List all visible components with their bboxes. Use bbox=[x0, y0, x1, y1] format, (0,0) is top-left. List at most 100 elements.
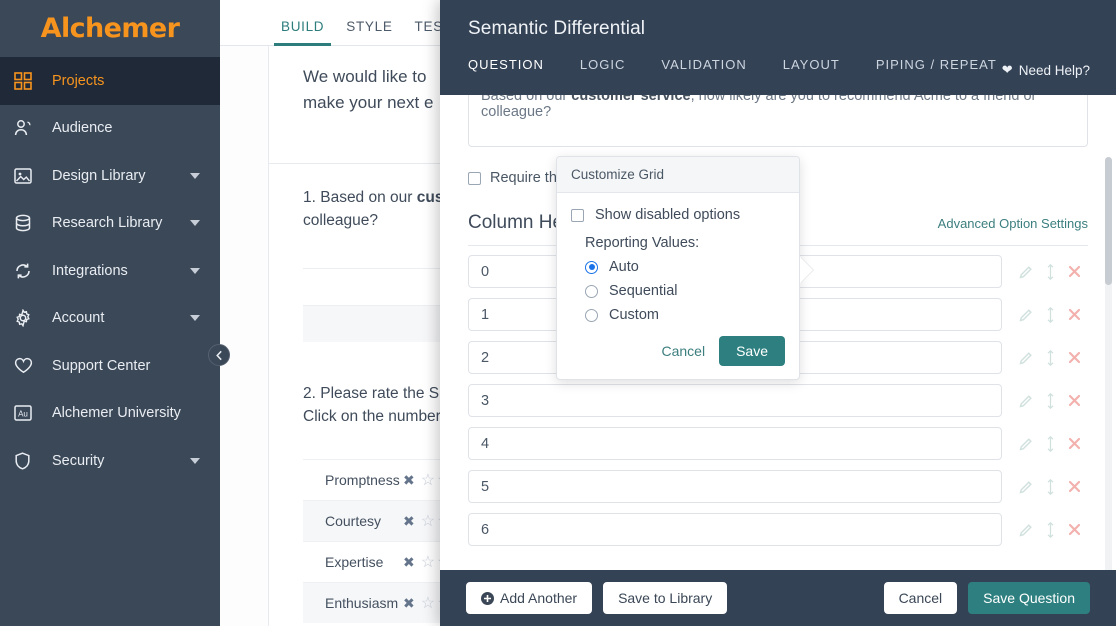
pencil-icon[interactable] bbox=[1019, 480, 1033, 494]
sidebar-item-label: Integrations bbox=[52, 263, 190, 279]
chevron-down-icon[interactable] bbox=[190, 315, 200, 321]
option-input[interactable]: 6 bbox=[468, 513, 1002, 546]
tab-validation[interactable]: VALIDATION bbox=[661, 57, 746, 77]
popup-caret bbox=[800, 257, 813, 283]
drag-vertical-icon[interactable] bbox=[1046, 436, 1055, 452]
reporting-value-option-sequential[interactable]: Sequential bbox=[585, 283, 785, 299]
x-icon[interactable]: ✖ bbox=[403, 472, 415, 489]
popup-title: Customize Grid bbox=[557, 157, 799, 193]
pencil-icon[interactable] bbox=[1019, 394, 1033, 408]
question-text-field[interactable]: Based on our customer service, how likel… bbox=[468, 95, 1088, 147]
pencil-icon[interactable] bbox=[1019, 437, 1033, 451]
radio-auto[interactable] bbox=[585, 261, 598, 274]
radio-auto-label: Auto bbox=[609, 259, 639, 275]
show-disabled-options-label: Show disabled options bbox=[595, 207, 740, 223]
modal-header: Semantic Differential QUESTION LOGIC VAL… bbox=[440, 0, 1116, 95]
drag-vertical-icon[interactable] bbox=[1046, 479, 1055, 495]
tab-question[interactable]: QUESTION bbox=[468, 57, 544, 77]
save-to-library-button[interactable]: Save to Library bbox=[603, 582, 727, 614]
show-disabled-options-checkbox[interactable] bbox=[571, 209, 584, 222]
question-text-bold: customer service bbox=[571, 95, 690, 104]
image-icon bbox=[14, 165, 42, 187]
sidebar-item-label: Projects bbox=[52, 73, 220, 89]
delete-x-icon[interactable] bbox=[1068, 523, 1081, 536]
pencil-icon[interactable] bbox=[1019, 265, 1033, 279]
cancel-button[interactable]: Cancel bbox=[884, 582, 958, 614]
star-icon[interactable]: ☆ bbox=[421, 511, 435, 531]
sidebar-collapse-button[interactable] bbox=[208, 344, 230, 366]
delete-x-icon[interactable] bbox=[1068, 308, 1081, 321]
chevron-down-icon[interactable] bbox=[190, 173, 200, 179]
show-disabled-options-row[interactable]: Show disabled options bbox=[571, 207, 785, 223]
chevron-down-icon[interactable] bbox=[190, 220, 200, 226]
tab-logic[interactable]: LOGIC bbox=[580, 57, 625, 77]
option-actions bbox=[1002, 393, 1088, 409]
need-help-link[interactable]: ❤ Need Help? bbox=[1002, 62, 1090, 78]
sidebar-item-research-library[interactable]: Research Library bbox=[0, 200, 220, 248]
sidebar-item-alchemer-university[interactable]: Au Alchemer University bbox=[0, 390, 220, 438]
gear-icon bbox=[14, 307, 42, 329]
reporting-value-option-custom[interactable]: Custom bbox=[585, 307, 785, 323]
option-row: 4 bbox=[468, 427, 1088, 460]
option-actions bbox=[1002, 307, 1088, 323]
option-input[interactable]: 4 bbox=[468, 427, 1002, 460]
delete-x-icon[interactable] bbox=[1068, 265, 1081, 278]
tab-layout[interactable]: LAYOUT bbox=[783, 57, 840, 77]
app-root: Alchemer Projects Audience Design Librar… bbox=[0, 0, 1116, 626]
popup-cancel-button[interactable]: Cancel bbox=[661, 343, 705, 359]
drag-vertical-icon[interactable] bbox=[1046, 522, 1055, 538]
au-badge-icon: Au bbox=[14, 402, 42, 424]
option-actions bbox=[1002, 522, 1088, 538]
option-actions bbox=[1002, 436, 1088, 452]
x-icon[interactable]: ✖ bbox=[403, 595, 415, 612]
sidebar-item-support-center[interactable]: Support Center bbox=[0, 342, 220, 390]
popup-save-button[interactable]: Save bbox=[719, 336, 785, 366]
option-input[interactable]: 3 bbox=[468, 384, 1002, 417]
sidebar-item-design-library[interactable]: Design Library bbox=[0, 152, 220, 200]
delete-x-icon[interactable] bbox=[1068, 351, 1081, 364]
save-question-button[interactable]: Save Question bbox=[968, 582, 1090, 614]
sidebar-item-integrations[interactable]: Integrations bbox=[0, 247, 220, 295]
sidebar: Alchemer Projects Audience Design Librar… bbox=[0, 0, 220, 626]
x-icon[interactable]: ✖ bbox=[403, 513, 415, 530]
star-icon[interactable]: ☆ bbox=[421, 593, 435, 613]
tab-build[interactable]: BUILD bbox=[270, 19, 335, 45]
require-checkbox[interactable] bbox=[468, 172, 481, 185]
delete-x-icon[interactable] bbox=[1068, 480, 1081, 493]
add-another-button[interactable]: Add Another bbox=[466, 582, 592, 614]
add-another-label: Add Another bbox=[500, 590, 577, 606]
x-icon[interactable]: ✖ bbox=[403, 554, 415, 571]
reporting-value-option-auto[interactable]: Auto bbox=[585, 259, 785, 275]
sidebar-item-account[interactable]: Account bbox=[0, 295, 220, 343]
delete-x-icon[interactable] bbox=[1068, 394, 1081, 407]
pencil-icon[interactable] bbox=[1019, 523, 1033, 537]
heart-icon: ❤ bbox=[1002, 62, 1013, 78]
drag-vertical-icon[interactable] bbox=[1046, 307, 1055, 323]
sidebar-item-projects[interactable]: Projects bbox=[0, 57, 220, 105]
advanced-option-settings-link[interactable]: Advanced Option Settings bbox=[938, 216, 1088, 231]
radio-custom[interactable] bbox=[585, 309, 598, 322]
chevron-down-icon[interactable] bbox=[190, 268, 200, 274]
sidebar-item-security[interactable]: Security bbox=[0, 437, 220, 485]
delete-x-icon[interactable] bbox=[1068, 437, 1081, 450]
modal-scrollbar-thumb[interactable] bbox=[1105, 157, 1112, 285]
pencil-icon[interactable] bbox=[1019, 308, 1033, 322]
tab-piping-repeat[interactable]: PIPING / REPEAT bbox=[876, 57, 997, 77]
customize-grid-popup: Customize Grid Show disabled options Rep… bbox=[556, 156, 800, 380]
drag-vertical-icon[interactable] bbox=[1046, 264, 1055, 280]
star-icon[interactable]: ☆ bbox=[421, 552, 435, 572]
popup-body: Show disabled options Reporting Values: … bbox=[557, 193, 799, 379]
tab-style[interactable]: STYLE bbox=[335, 19, 403, 45]
brand-logo[interactable]: Alchemer bbox=[0, 0, 220, 57]
radio-sequential[interactable] bbox=[585, 285, 598, 298]
modal-scrollbar[interactable] bbox=[1105, 157, 1112, 570]
popup-actions: Cancel Save bbox=[571, 336, 785, 366]
option-input[interactable]: 5 bbox=[468, 470, 1002, 503]
sidebar-item-audience[interactable]: Audience bbox=[0, 105, 220, 153]
drag-vertical-icon[interactable] bbox=[1046, 393, 1055, 409]
drag-vertical-icon[interactable] bbox=[1046, 350, 1055, 366]
star-icon[interactable]: ☆ bbox=[421, 470, 435, 490]
chevron-down-icon[interactable] bbox=[190, 458, 200, 464]
question-text-before: Based on our bbox=[481, 95, 571, 104]
pencil-icon[interactable] bbox=[1019, 351, 1033, 365]
